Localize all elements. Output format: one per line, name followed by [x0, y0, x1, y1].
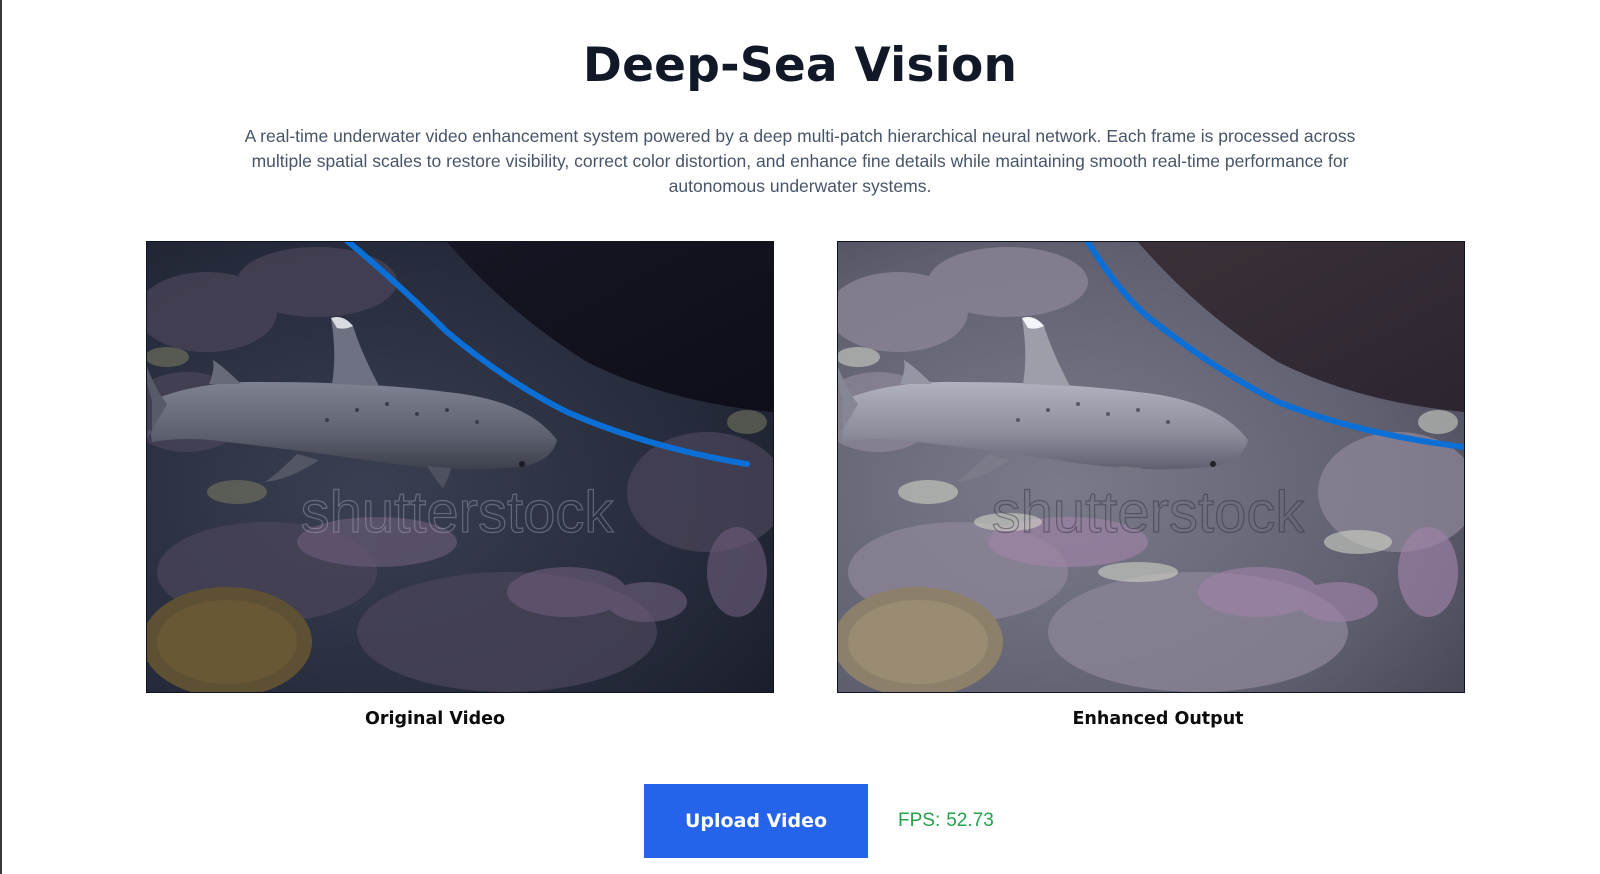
original-video-caption: Original Video: [364, 709, 506, 729]
watermark-original: shutterstock: [301, 480, 615, 545]
page-description: A real-time underwater video enhancement…: [244, 126, 1356, 196]
fps-label: FPS:: [898, 810, 941, 831]
original-video-player[interactable]: shutterstock: [146, 241, 774, 693]
upload-video-button[interactable]: Upload Video: [644, 784, 868, 858]
fps-readout: FPS: 52.73: [898, 810, 994, 832]
watermark-enhanced: shutterstock: [992, 480, 1306, 545]
enhanced-video-player[interactable]: shutterstock: [837, 241, 1465, 693]
controls-bar: Upload Video FPS: 52.73: [644, 784, 994, 858]
enhanced-video-frame: shutterstock: [838, 242, 1464, 692]
enhanced-output-caption: Enhanced Output: [1072, 709, 1244, 729]
original-video-frame: shutterstock: [147, 242, 773, 692]
window-edge: [0, 0, 2, 874]
fps-value: 52.73: [946, 810, 994, 831]
page-title: Deep-Sea Vision: [582, 38, 1018, 93]
